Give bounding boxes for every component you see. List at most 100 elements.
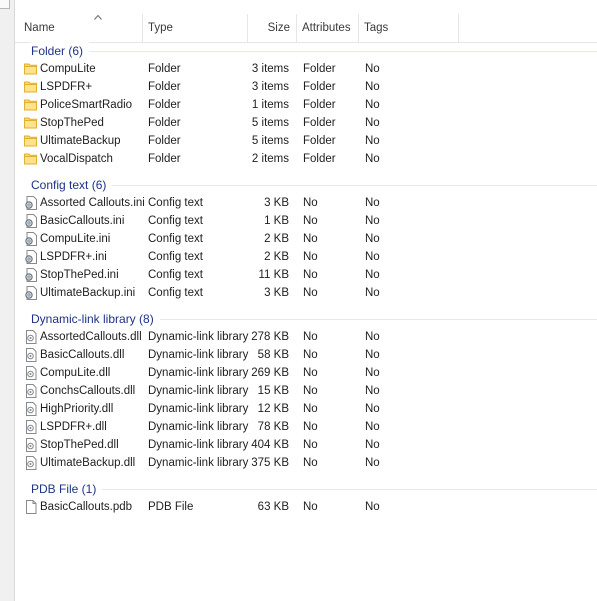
config-file-icon <box>24 214 38 228</box>
file-row[interactable]: HighPriority.dll Dynamic-link library 12 K… <box>15 400 597 418</box>
file-row[interactable]: StopThePed Folder 5 items Folder No <box>15 114 597 132</box>
column-header-tags-label: Tags <box>364 22 389 34</box>
file-type: Folder <box>148 135 181 147</box>
config-file-icon <box>24 268 38 282</box>
file-name: UltimateBackup.dll <box>40 457 136 469</box>
file-name: HighPriority.dll <box>40 403 114 415</box>
file-row[interactable]: ConchsCallouts.dll Dynamic-link library 15… <box>15 382 597 400</box>
group-header[interactable]: Dynamic-link library (8) <box>15 310 597 328</box>
file-attributes: No <box>303 251 318 263</box>
file-name: StopThePed.dll <box>40 439 119 451</box>
file-row[interactable]: PoliceSmartRadio Folder 1 items Folder No <box>15 96 597 114</box>
file-tags: No <box>365 117 380 129</box>
file-size: 12 KB <box>257 403 289 415</box>
file-row[interactable]: CompuLite.dll Dynamic-link library 269 KB N… <box>15 364 597 382</box>
group-header[interactable]: Config text (6) <box>15 176 597 194</box>
column-header-name[interactable]: Name <box>15 14 143 42</box>
file-tags: No <box>365 349 380 361</box>
dll-file-icon <box>24 366 38 380</box>
file-attributes: No <box>303 233 318 245</box>
file-size: 269 KB <box>251 367 289 379</box>
file-attributes: No <box>303 331 318 343</box>
file-row[interactable]: StopThePed.ini Config text 11 KB No No <box>15 266 597 284</box>
file-attributes: Folder <box>303 117 336 129</box>
file-tags: No <box>365 81 380 93</box>
navigation-pane-edge <box>0 0 15 601</box>
dll-file-icon <box>24 420 38 434</box>
file-tags: No <box>365 197 380 209</box>
sort-ascending-icon <box>94 14 102 22</box>
file-name: CompuLite.dll <box>40 367 111 379</box>
column-header-type[interactable]: Type <box>143 14 248 42</box>
file-name: Assorted Callouts.ini <box>40 197 145 209</box>
file-attributes: No <box>303 385 318 397</box>
dll-file-icon <box>24 330 38 344</box>
file-size: 15 KB <box>257 385 289 397</box>
file-list: Folder (6) CompuLite Folder 3 items Folder No… <box>15 42 597 524</box>
folder-icon <box>24 134 38 148</box>
group-header[interactable]: PDB File (1) <box>15 480 597 498</box>
file-type: PDB File <box>148 501 194 513</box>
file-size: 63 KB <box>257 501 289 513</box>
file-row[interactable]: BasicCallouts.ini Config text 1 KB No No <box>15 212 597 230</box>
file-tags: No <box>365 501 380 513</box>
file-row[interactable]: Assorted Callouts.ini Config text 3 KB No No <box>15 194 597 212</box>
file-row[interactable]: LSPDFR+ Folder 3 items Folder No <box>15 78 597 96</box>
column-header-tags[interactable]: Tags <box>359 14 459 42</box>
file-size: 78 KB <box>257 421 289 433</box>
file-attributes: No <box>303 197 318 209</box>
file-type: Dynamic-link library <box>148 331 249 343</box>
file-name: CompuLite.ini <box>40 233 111 245</box>
file-name: StopThePed.ini <box>40 269 119 281</box>
file-row[interactable]: BasicCallouts.dll Dynamic-link library 58 … <box>15 346 597 364</box>
config-file-icon <box>24 286 38 300</box>
file-row[interactable]: AssortedCallouts.dll Dynamic-link library… <box>15 328 597 346</box>
file-type: Dynamic-link library <box>148 367 249 379</box>
group-divider <box>31 489 597 490</box>
pane-corner <box>0 0 10 9</box>
file-row[interactable]: LSPDFR+.ini Config text 2 KB No No <box>15 248 597 266</box>
file-type: Dynamic-link library <box>148 385 249 397</box>
file-row[interactable]: CompuLite.ini Config text 2 KB No No <box>15 230 597 248</box>
file-tags: No <box>365 457 380 469</box>
column-header-name-label: Name <box>24 22 55 34</box>
file-row[interactable]: LSPDFR+.dll Dynamic-link library 78 KB No No <box>15 418 597 436</box>
file-tags: No <box>365 153 380 165</box>
file-tags: No <box>365 269 380 281</box>
file-size: 3 KB <box>264 287 289 299</box>
group-divider <box>31 185 597 186</box>
file-tags: No <box>365 385 380 397</box>
file-attributes: No <box>303 349 318 361</box>
file-tags: No <box>365 287 380 299</box>
file-row[interactable]: UltimateBackup Folder 5 items Folder No <box>15 132 597 150</box>
file-name: AssortedCallouts.dll <box>40 331 142 343</box>
column-header-size-label: Size <box>267 22 290 34</box>
file-tags: No <box>365 403 380 415</box>
folder-icon <box>24 116 38 130</box>
file-tags: No <box>365 63 380 75</box>
file-name: BasicCallouts.pdb <box>40 501 133 513</box>
group-header[interactable]: Folder (6) <box>15 42 597 60</box>
file-tags: No <box>365 135 380 147</box>
column-header-attributes[interactable]: Attributes <box>297 14 359 42</box>
file-size: 5 items <box>251 135 289 147</box>
file-row[interactable]: UltimateBackup.dll Dynamic-link library 37… <box>15 454 597 472</box>
file-row[interactable]: BasicCallouts.pdb PDB File 63 KB No No <box>15 498 597 516</box>
file-type: Config text <box>148 269 203 281</box>
file-row[interactable]: UltimateBackup.ini Config text 3 KB No No <box>15 284 597 302</box>
file-attributes: No <box>303 269 318 281</box>
config-file-icon <box>24 250 38 264</box>
file-size: 1 KB <box>264 215 289 227</box>
column-header-attributes-label: Attributes <box>302 22 351 34</box>
file-row[interactable]: StopThePed.dll Dynamic-link library 404 KB… <box>15 436 597 454</box>
file-row[interactable]: CompuLite Folder 3 items Folder No <box>15 60 597 78</box>
file-row[interactable]: VocalDispatch Folder 2 items Folder No <box>15 150 597 168</box>
file-tags: No <box>365 215 380 227</box>
file-type: Folder <box>148 153 181 165</box>
column-header-size[interactable]: Size <box>248 14 297 42</box>
dll-file-icon <box>24 402 38 416</box>
file-attributes: Folder <box>303 153 336 165</box>
file-size: 58 KB <box>257 349 289 361</box>
